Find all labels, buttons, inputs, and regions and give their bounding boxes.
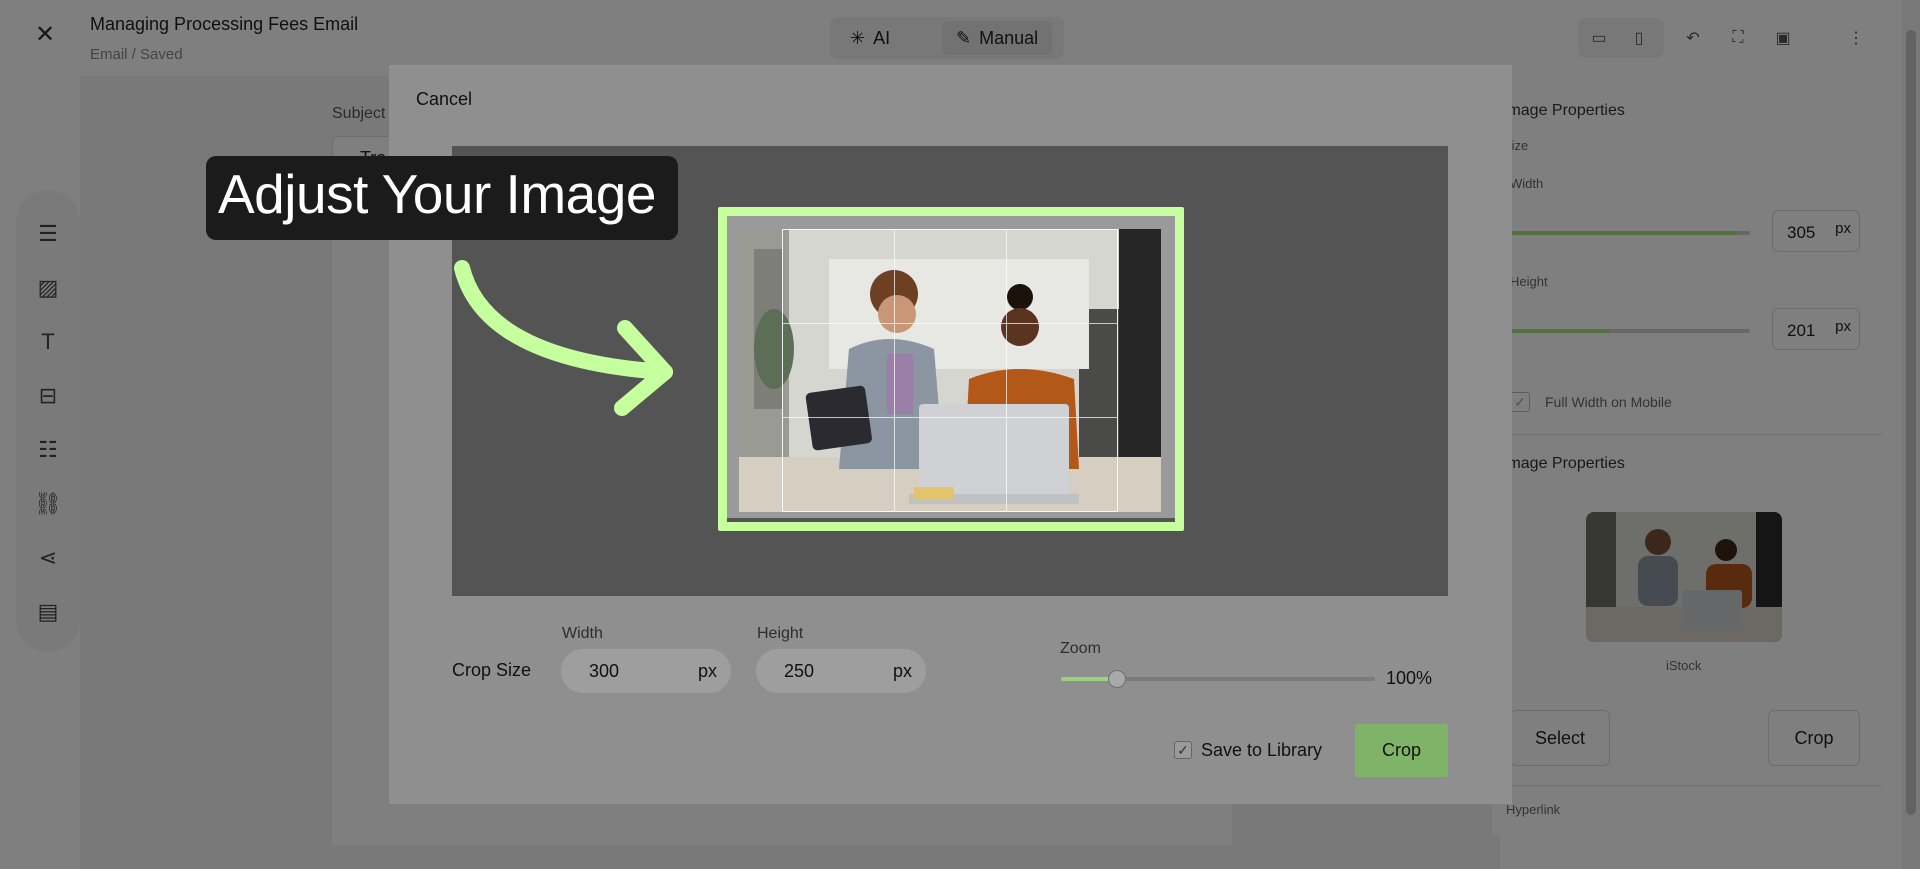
zoom-label: Zoom [1060, 640, 1101, 657]
save-to-library-label: Save to Library [1201, 740, 1323, 760]
callout-arrow-icon [454, 260, 673, 416]
crop-height-input[interactable]: 250 px [756, 649, 926, 693]
cancel-button[interactable]: Cancel [416, 89, 472, 110]
crop-width-value: 300 [589, 661, 620, 681]
crop-height-label: Height [757, 625, 804, 642]
crop-size-label: Crop Size [452, 660, 532, 680]
callout-text: Adjust Your Image [218, 163, 656, 225]
focus-highlight [718, 207, 1184, 531]
zoom-slider-thumb[interactable] [1108, 670, 1126, 688]
zoom-value: 100% [1386, 668, 1433, 688]
crop-width-input[interactable]: 300 px [561, 649, 731, 693]
crop-button[interactable]: Crop [1355, 724, 1448, 777]
crop-width-label: Width [562, 625, 603, 642]
crop-width-unit: px [697, 661, 717, 681]
save-to-library-checkbox[interactable]: ✓ [1174, 741, 1192, 759]
crop-height-unit: px [892, 661, 912, 681]
crop-height-value: 250 [784, 661, 815, 681]
